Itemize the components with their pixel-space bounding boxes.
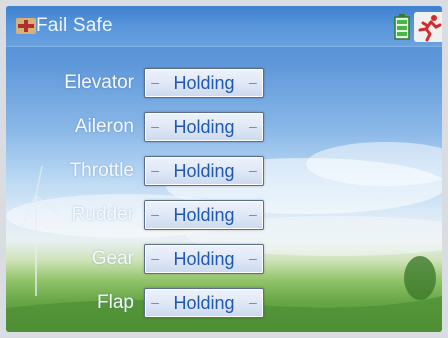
channel-label: Throttle xyxy=(69,160,134,181)
failsafe-row-gear: Gear Holding xyxy=(6,242,442,276)
failsafe-row-elevator: Elevator Holding xyxy=(6,66,442,100)
failsafe-row-throttle: Throttle Holding xyxy=(6,154,442,188)
title-bar: Fail Safe xyxy=(6,6,442,47)
throttle-holding-button[interactable]: Holding xyxy=(144,156,264,186)
channel-label: Flap xyxy=(97,292,134,313)
failsafe-row-aileron: Aileron Holding xyxy=(6,110,442,144)
button-label: Holding xyxy=(173,161,235,181)
window-title: Fail Safe xyxy=(36,15,113,36)
flap-holding-button[interactable]: Holding xyxy=(144,288,264,318)
battery-icon xyxy=(394,14,410,40)
aileron-holding-button[interactable]: Holding xyxy=(144,112,264,142)
button-label: Holding xyxy=(173,73,235,93)
button-label: Holding xyxy=(173,205,235,225)
button-label: Holding xyxy=(173,293,235,313)
plane-icon xyxy=(16,18,36,34)
button-label: Holding xyxy=(173,249,235,269)
rudder-holding-button[interactable]: Holding xyxy=(144,200,264,230)
failsafe-row-flap: Flap Holding xyxy=(6,286,442,320)
button-label: Holding xyxy=(173,117,235,137)
channel-label: Elevator xyxy=(64,72,134,93)
channel-label: Rudder xyxy=(71,204,134,225)
running-man-icon[interactable] xyxy=(414,12,442,42)
gear-holding-button[interactable]: Holding xyxy=(144,244,264,274)
elevator-holding-button[interactable]: Holding xyxy=(144,68,264,98)
failsafe-row-rudder: Rudder Holding xyxy=(6,198,442,232)
channel-label: Gear xyxy=(91,248,134,269)
screen: Fail Safe Elevator Holding Aileron Holdi… xyxy=(6,6,442,332)
channel-label: Aileron xyxy=(74,116,134,137)
